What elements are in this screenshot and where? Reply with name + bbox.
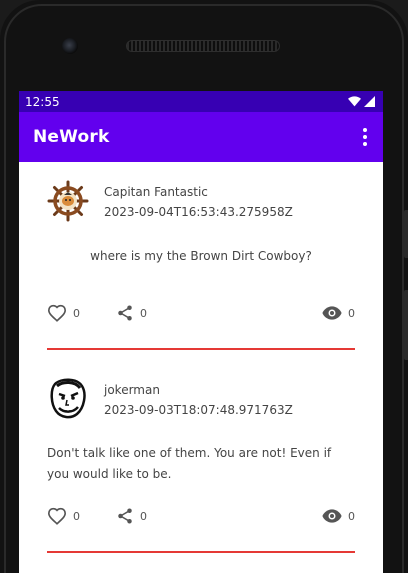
post-header: jokerman 2023-09-03T18:07:48.971763Z xyxy=(47,350,355,420)
post-feed[interactable]: Capitan Fantastic 2023-09-04T16:53:43.27… xyxy=(19,162,383,553)
like-count: 0 xyxy=(73,306,80,320)
earpiece-speaker xyxy=(126,40,280,52)
post-meta: jokerman 2023-09-03T18:07:48.971763Z xyxy=(104,378,293,418)
post-actions: 0 0 0 xyxy=(47,495,355,537)
phone-frame: 12:55 NeWork Capitan Fantastic 2023-09-0… xyxy=(0,0,408,573)
status-icons xyxy=(348,96,375,107)
views-indicator: 0 xyxy=(322,508,355,524)
post-author: Capitan Fantastic xyxy=(104,185,208,199)
share-count: 0 xyxy=(140,509,147,523)
power-button xyxy=(404,290,408,360)
share-icon xyxy=(118,508,132,524)
view-count: 0 xyxy=(348,306,355,320)
volume-button xyxy=(404,210,408,258)
wifi-icon xyxy=(348,96,361,107)
post-meta: Capitan Fantastic 2023-09-04T16:53:43.27… xyxy=(104,180,293,220)
signal-icon xyxy=(364,96,375,107)
front-camera xyxy=(62,38,78,54)
post-content: where is my the Brown Dirt Cowboy? xyxy=(90,249,312,263)
avatar[interactable] xyxy=(47,378,89,420)
post-header: Capitan Fantastic 2023-09-04T16:53:43.27… xyxy=(47,162,355,222)
post-author: jokerman xyxy=(104,383,160,397)
post-published: 2023-09-03T18:07:48.971763Z xyxy=(104,403,293,417)
like-button[interactable]: 0 xyxy=(47,507,80,525)
eye-icon xyxy=(322,509,342,523)
share-count: 0 xyxy=(140,306,147,320)
app-bar: NeWork xyxy=(19,112,383,162)
eye-icon xyxy=(322,306,342,320)
device-screen: 12:55 NeWork Capitan Fantastic 2023-09-0… xyxy=(19,91,383,573)
post-card: jokerman 2023-09-03T18:07:48.971763Z Don… xyxy=(47,350,355,553)
heart-icon xyxy=(47,304,67,322)
post-content: Don't talk like one of them. You are not… xyxy=(47,446,332,481)
post-card: Capitan Fantastic 2023-09-04T16:53:43.27… xyxy=(47,162,355,350)
heart-icon xyxy=(47,507,67,525)
post-actions: 0 0 0 xyxy=(47,292,355,334)
view-count: 0 xyxy=(348,509,355,523)
avatar[interactable] xyxy=(47,180,89,222)
like-count: 0 xyxy=(73,509,80,523)
share-button[interactable]: 0 xyxy=(116,304,147,322)
status-bar: 12:55 xyxy=(19,91,383,112)
overflow-menu-icon[interactable] xyxy=(361,124,369,150)
share-button[interactable]: 0 xyxy=(116,507,147,525)
post-published: 2023-09-04T16:53:43.275958Z xyxy=(104,205,293,219)
post-divider xyxy=(47,551,355,553)
app-title: NeWork xyxy=(33,127,110,147)
like-button[interactable]: 0 xyxy=(47,304,80,322)
status-time: 12:55 xyxy=(25,94,60,109)
views-indicator: 0 xyxy=(322,305,355,321)
share-icon xyxy=(118,305,132,321)
